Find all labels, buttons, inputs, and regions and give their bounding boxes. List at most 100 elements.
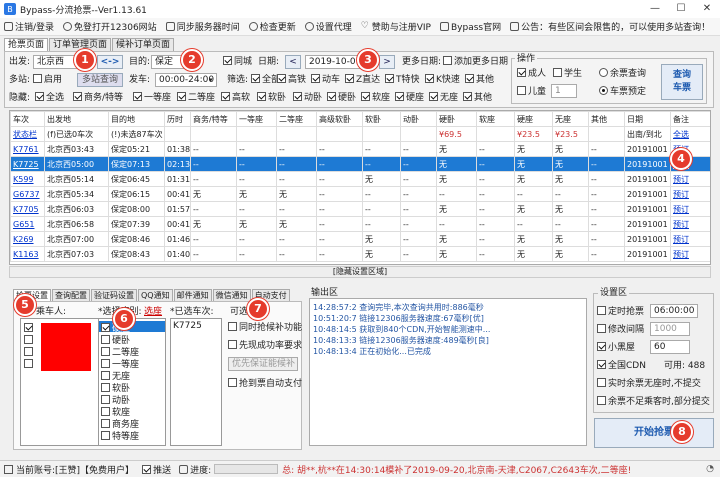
hide-dongwo[interactable]: 动卧: [293, 92, 322, 104]
success-rate-option-checkbox[interactable]: 先现成功率要求: [228, 340, 302, 352]
book-link[interactable]: 预订: [670, 201, 710, 217]
filter-k[interactable]: K快速: [425, 74, 460, 86]
tab-email-notify[interactable]: 邮件通知: [173, 289, 212, 301]
choose-seat-link[interactable]: 选座: [144, 306, 162, 318]
filter-all[interactable]: 全部: [251, 74, 280, 86]
passenger-checkbox[interactable]: [24, 323, 35, 334]
train-number-link[interactable]: K7705: [10, 201, 45, 217]
hide-first[interactable]: 一等座: [133, 92, 171, 104]
train-number-link[interactable]: K269: [10, 231, 45, 247]
swap-stations-button[interactable]: <->: [97, 55, 123, 69]
column-header[interactable]: 其他: [588, 111, 625, 127]
from-station-input[interactable]: 北京西: [33, 55, 79, 69]
remaining-query-radio[interactable]: 余票查询: [599, 68, 646, 80]
start-grab-button[interactable]: 开始抢票: [594, 418, 714, 448]
blackroom-input[interactable]: 60: [650, 340, 690, 354]
column-header[interactable]: 动卧: [400, 111, 437, 127]
enable-multi-checkbox[interactable]: 启用: [33, 74, 62, 86]
menu-website[interactable]: Bypass官网: [439, 20, 501, 33]
timed-grab-time-input[interactable]: 06:00:00: [650, 304, 698, 318]
table-row[interactable]: K269 北京西07:00 保定08:46 01:46 -- -- -- -- 无 -- 无 -- 无无…: [10, 231, 710, 247]
table-row[interactable]: G651 北京西06:58 保定07:39 00:41 无无无 -- -- -- -- -- -- -…: [10, 216, 710, 232]
hide-yingwo[interactable]: 硬卧: [327, 92, 356, 104]
tab-waitlist[interactable]: 候补订单页面: [112, 38, 175, 51]
national-cdn-checkbox[interactable]: 全国CDN: [597, 360, 646, 372]
tab-qq-notify[interactable]: QQ通知: [138, 289, 173, 301]
book-link[interactable]: 预订: [670, 186, 710, 202]
child-checkbox[interactable]: 儿童: [517, 86, 546, 98]
column-header[interactable]: 日期: [624, 111, 671, 127]
hide-all[interactable]: 全选: [35, 92, 64, 104]
column-header[interactable]: 备注: [670, 111, 710, 127]
partial-submit-checkbox[interactable]: 余票不足乘客时,部分提交: [597, 396, 710, 408]
query-tickets-button[interactable]: 查询 车票: [661, 64, 703, 100]
hide-yingzuo[interactable]: 硬座: [395, 92, 424, 104]
tab-wechat-notify[interactable]: 微信通知: [212, 289, 251, 301]
student-checkbox[interactable]: 学生: [553, 68, 582, 80]
column-header[interactable]: 车次: [10, 111, 45, 127]
selected-trains-list[interactable]: K7725: [170, 318, 222, 446]
book-link[interactable]: 预订: [670, 231, 710, 247]
column-header[interactable]: 软座: [476, 111, 515, 127]
add-more-dates-checkbox[interactable]: 添加更多日期: [443, 56, 508, 68]
hide-settings-toggle[interactable]: [隐藏设置区域]: [9, 266, 711, 278]
table-row[interactable]: K7705 北京西06:03 保定08:00 01:57 -- -- -- -- -- -- 无 --…: [10, 201, 710, 217]
column-header[interactable]: 出发地: [44, 111, 109, 127]
column-header[interactable]: 软卧: [362, 111, 401, 127]
column-header[interactable]: 历时: [164, 111, 191, 127]
no-seat-option-checkbox[interactable]: 实时余票无座时,不提交: [597, 378, 701, 390]
menu-sync-time[interactable]: 同步服务器时间: [165, 20, 240, 33]
interval-checkbox[interactable]: 修改间隔: [597, 324, 644, 336]
train-number-link[interactable]: G651: [10, 216, 45, 232]
close-button[interactable]: ✕: [694, 0, 720, 18]
table-row-selected[interactable]: K7725 北京西05:00 保定07:13 02:13 -- -- -- -- -- -- 无 --…: [10, 156, 710, 172]
auto-pay-option-checkbox[interactable]: 抢到票自动支付: [228, 378, 302, 390]
seat-option[interactable]: 特等座: [101, 429, 139, 442]
column-header[interactable]: 硬卧: [436, 111, 477, 127]
prev-date-button[interactable]: <: [285, 55, 301, 69]
train-number-link[interactable]: G6737: [10, 186, 45, 202]
train-booking-radio[interactable]: 车票预定: [599, 86, 646, 98]
table-row[interactable]: K1163 北京西07:03 保定08:43 01:40 -- -- -- -- 无 -- 无 -- 无…: [10, 246, 710, 262]
hide-ruanzuo[interactable]: 软座: [361, 92, 390, 104]
book-link[interactable]: 预订: [670, 246, 710, 262]
hide-other[interactable]: 其他: [463, 92, 492, 104]
column-header[interactable]: 商务/特等: [190, 111, 237, 127]
book-link[interactable]: 预订: [670, 216, 710, 232]
filter-gaotie[interactable]: 高铁: [277, 74, 306, 86]
adult-checkbox[interactable]: 成人: [517, 68, 546, 80]
selected-train-item[interactable]: K7725: [173, 321, 202, 331]
next-date-button[interactable]: >: [379, 55, 395, 69]
menu-open-12306[interactable]: 免登打开12306网站: [63, 20, 157, 33]
passenger-list[interactable]: [20, 318, 100, 446]
hide-ruanwo[interactable]: 软卧: [257, 92, 286, 104]
table-row[interactable]: G6737 北京西05:34 保定06:15 00:41 无无无 -- -- -- -- -- --…: [10, 186, 710, 202]
menu-login[interactable]: 注销/登录: [4, 20, 54, 33]
train-number-link[interactable]: K1163: [10, 246, 45, 262]
hide-second[interactable]: 二等座: [177, 92, 215, 104]
depart-time-select[interactable]: 00:00-24:00: [155, 73, 217, 87]
priority-select[interactable]: 优先保证能候补: [228, 357, 298, 371]
filter-t[interactable]: T特快: [385, 74, 420, 86]
menu-sponsor[interactable]: ♡ 赞助与注册VIP: [361, 20, 431, 34]
interval-input[interactable]: 1000: [650, 322, 690, 336]
train-number-link[interactable]: K599: [10, 171, 45, 187]
hide-business[interactable]: 商务/特等: [73, 92, 123, 104]
push-checkbox[interactable]: [142, 464, 152, 474]
hide-wuzuo[interactable]: 无座: [429, 92, 458, 104]
column-header[interactable]: 一等座: [236, 111, 277, 127]
hide-gaoruan[interactable]: 高软: [221, 92, 250, 104]
waitlist-option-checkbox[interactable]: 同时抢候补功能: [228, 322, 302, 334]
passenger-checkbox[interactable]: [24, 335, 35, 346]
status-row[interactable]: 状态栏 (f)已选0车次 (!)未选87车次 ¥69.5 ¥23.5 ¥23.5 出南/到北…: [10, 126, 710, 142]
train-number-link[interactable]: K7725: [10, 156, 45, 172]
passenger-checkbox[interactable]: [24, 347, 35, 358]
column-header[interactable]: 二等座: [276, 111, 317, 127]
child-count-input[interactable]: 1: [551, 84, 577, 98]
table-row[interactable]: K7761 北京西03:43 保定05:21 01:38 -- -- -- -- -- -- 无 --…: [10, 141, 710, 157]
same-city-checkbox[interactable]: 同城: [223, 56, 252, 68]
tab-captcha[interactable]: 验证码设置: [91, 289, 137, 301]
filter-other[interactable]: 其他: [465, 74, 494, 86]
filter-z[interactable]: Z直达: [345, 74, 380, 86]
book-link[interactable]: 预订: [670, 171, 710, 187]
